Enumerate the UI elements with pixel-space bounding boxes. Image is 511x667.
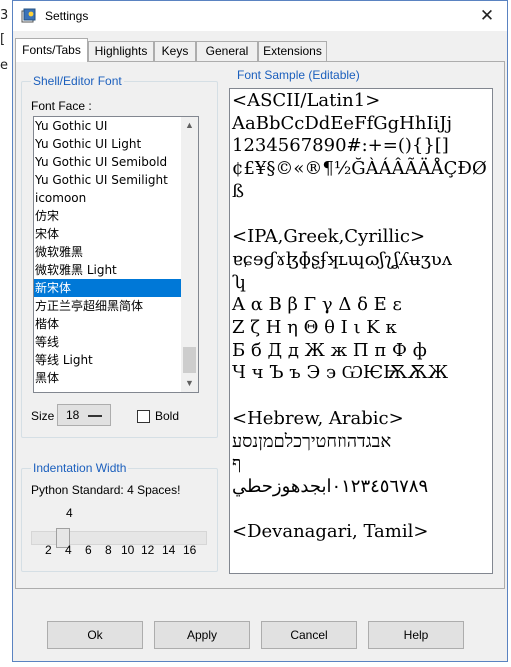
- python-idle-icon: [21, 8, 36, 23]
- font-list-item[interactable]: 微软雅黑: [34, 243, 198, 261]
- font-sample-text[interactable]: <ASCII/Latin1> AaBbCcDdEeFfGgHhIiJj 1234…: [230, 89, 492, 544]
- font-list-item[interactable]: 微软雅黑 Light: [34, 261, 198, 279]
- indent-group: Indentation Width Python Standard: 4 Spa…: [21, 461, 218, 572]
- font-list-item[interactable]: 等线 Light: [34, 351, 198, 369]
- close-button[interactable]: ✕: [467, 1, 507, 31]
- slider-tick: 16: [183, 543, 197, 557]
- background-glyph: e: [0, 58, 8, 73]
- font-list-item[interactable]: 等线: [34, 333, 198, 351]
- slider-tick: 14: [162, 543, 176, 557]
- bold-label[interactable]: Bold: [155, 409, 179, 423]
- settings-dialog: Settings ✕ Fonts/Tabs Highlights Keys Ge…: [12, 0, 508, 662]
- tab-highlights[interactable]: Highlights: [88, 41, 154, 61]
- slider-tick: 8: [105, 543, 112, 557]
- font-list-item[interactable]: 宋体: [34, 225, 198, 243]
- dropdown-indicator-icon: [88, 415, 102, 417]
- font-sample-area[interactable]: <ASCII/Latin1> AaBbCcDdEeFfGgHhIiJj 1234…: [229, 88, 493, 574]
- tab-extensions[interactable]: Extensions: [258, 41, 327, 61]
- slider-tick: 6: [85, 543, 92, 557]
- font-list-item[interactable]: Yu Gothic UI Semibold: [34, 153, 198, 171]
- font-face-label: Font Face :: [31, 99, 92, 113]
- font-list-item[interactable]: 方正兰亭超细黑简体: [34, 297, 198, 315]
- fonts-tabs-pane: Shell/Editor Font Font Face : Yu Gothic …: [15, 61, 505, 589]
- indent-value: 4: [66, 506, 73, 520]
- font-sample-title: Font Sample (Editable): [237, 68, 360, 82]
- slider-tick: 4: [65, 543, 72, 557]
- font-list[interactable]: Yu Gothic UI Yu Gothic UI Light Yu Gothic …: [33, 116, 199, 393]
- slider-tick: 12: [141, 543, 155, 557]
- apply-button[interactable]: Apply: [154, 621, 250, 649]
- tab-keys[interactable]: Keys: [154, 41, 196, 61]
- title-bar[interactable]: Settings ✕: [13, 1, 507, 31]
- font-list-item[interactable]: 仿宋: [34, 207, 198, 225]
- font-list-item[interactable]: 新宋体: [34, 279, 198, 297]
- size-value: 18: [66, 408, 80, 422]
- font-group: Shell/Editor Font Font Face : Yu Gothic …: [21, 74, 218, 438]
- font-list-item[interactable]: 黑体: [34, 369, 198, 387]
- font-items: Yu Gothic UI Yu Gothic UI Light Yu Gothic …: [34, 117, 198, 387]
- font-list-item[interactable]: Yu Gothic UI Semilight: [34, 171, 198, 189]
- bold-checkbox[interactable]: [137, 410, 150, 423]
- scroll-down-arrow[interactable]: ▼: [181, 375, 198, 392]
- background-glyph: [: [0, 32, 6, 47]
- font-group-title: Shell/Editor Font: [31, 74, 124, 88]
- slider-tick: 2: [45, 543, 52, 557]
- indent-group-title: Indentation Width: [31, 461, 129, 475]
- window-title: Settings: [45, 9, 89, 23]
- ok-button[interactable]: Ok: [47, 621, 143, 649]
- close-icon: ✕: [479, 6, 495, 25]
- font-list-item[interactable]: Yu Gothic UI Light: [34, 135, 198, 153]
- scroll-up-arrow[interactable]: ▲: [181, 117, 198, 134]
- font-list-item[interactable]: Yu Gothic UI: [34, 117, 198, 135]
- size-dropdown[interactable]: 18: [57, 404, 111, 426]
- tab-general[interactable]: General: [196, 41, 258, 61]
- tab-fonts-tabs[interactable]: Fonts/Tabs: [15, 38, 88, 62]
- indent-caption: Python Standard: 4 Spaces!: [31, 483, 181, 497]
- background-glyph: 3: [0, 8, 9, 23]
- help-button[interactable]: Help: [368, 621, 464, 649]
- cancel-button[interactable]: Cancel: [261, 621, 357, 649]
- font-list-scrollbar[interactable]: ▲ ▼: [181, 117, 198, 392]
- font-list-item[interactable]: 楷体: [34, 315, 198, 333]
- scroll-thumb[interactable]: [183, 347, 196, 373]
- font-list-item[interactable]: icomoon: [34, 189, 198, 207]
- slider-tick: 10: [121, 543, 135, 557]
